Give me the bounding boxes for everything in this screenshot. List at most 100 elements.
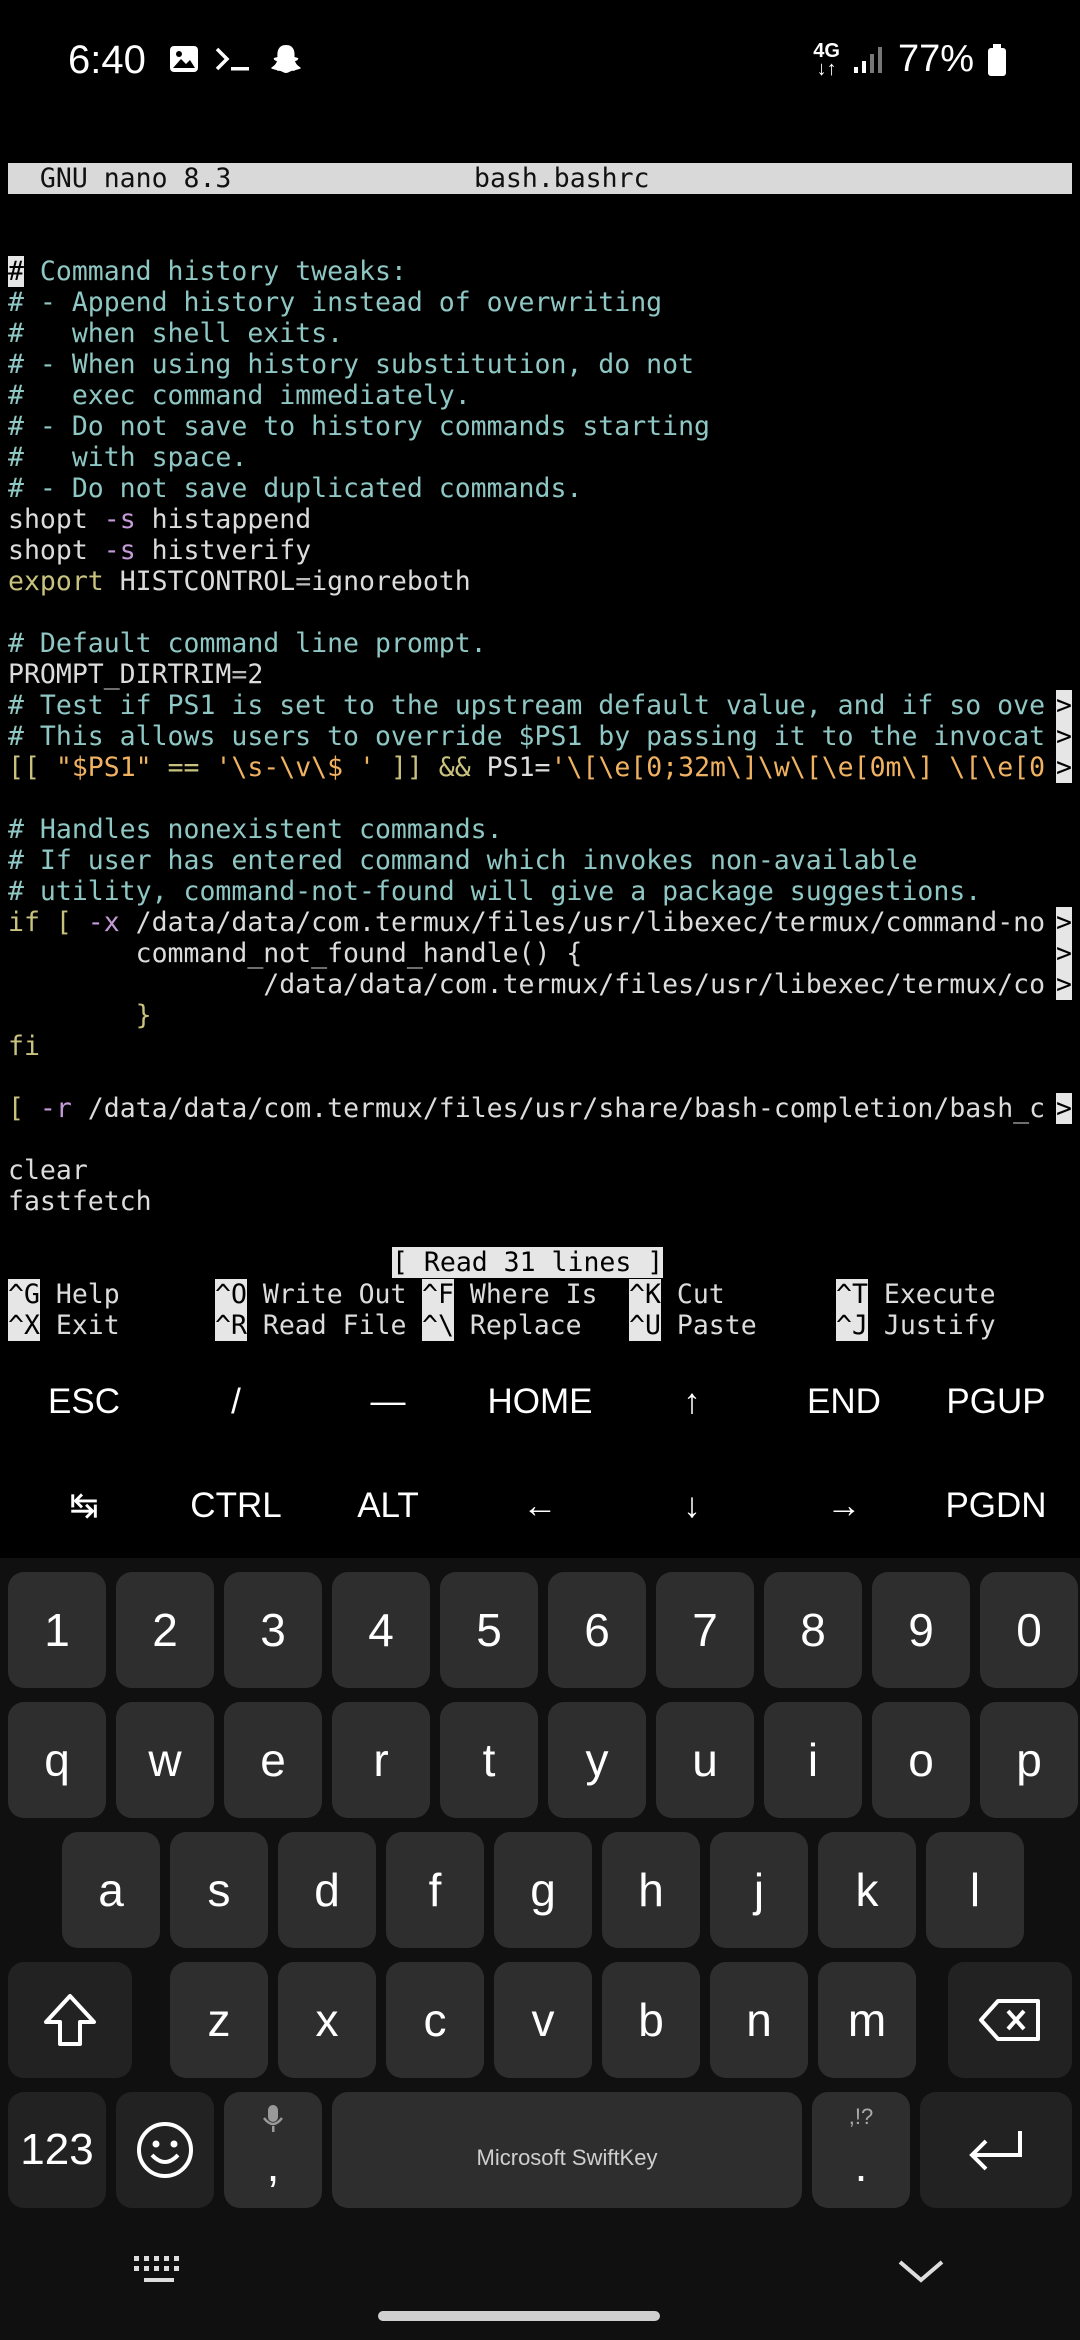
editor-line[interactable]: PROMPT_DIRTRIM=2 <box>8 659 1072 690</box>
key-u[interactable]: u <box>656 1702 754 1818</box>
editor-line[interactable]: # - Do not save duplicated commands. <box>8 473 1072 504</box>
key-p[interactable]: p <box>980 1702 1078 1818</box>
key-v[interactable]: v <box>494 1962 592 2078</box>
editor-line[interactable]: fi <box>8 1031 1072 1062</box>
backspace-key[interactable] <box>948 1962 1072 2078</box>
editor-line[interactable]: [ -r /data/data/com.termux/files/usr/sha… <box>8 1093 1072 1124</box>
pgdn-key[interactable]: PGDN <box>920 1454 1072 1558</box>
key-o[interactable]: o <box>872 1702 970 1818</box>
editor-line[interactable]: fastfetch <box>8 1186 1072 1217</box>
emoji-key[interactable] <box>116 2092 214 2208</box>
editor-line[interactable]: shopt -s histappend <box>8 504 1072 535</box>
shortcut-item[interactable]: ^K Cut <box>629 1279 725 1310</box>
shortcut-item[interactable]: ^J Justify <box>836 1310 996 1341</box>
key-y[interactable]: y <box>548 1702 646 1818</box>
blank-line[interactable] <box>8 597 1072 628</box>
key-6[interactable]: 6 <box>548 1572 646 1688</box>
slash-key[interactable]: / <box>160 1350 312 1454</box>
editor-content[interactable]: # Command history tweaks: # - Append hist… <box>8 256 1072 1217</box>
key-w[interactable]: w <box>116 1702 214 1818</box>
up-arrow-key[interactable]: ↑ <box>616 1350 768 1454</box>
shortcut-item[interactable]: ^F Where Is <box>422 1279 598 1310</box>
key-1[interactable]: 1 <box>8 1572 106 1688</box>
shortcut-item[interactable]: ^R Read File <box>215 1310 406 1341</box>
tab-key[interactable]: ↹ <box>8 1454 160 1558</box>
comma-key[interactable]: , <box>224 2092 322 2208</box>
editor-line[interactable]: # exec command immediately. <box>8 380 1072 411</box>
blank-line[interactable] <box>8 1062 1072 1093</box>
key-q[interactable]: q <box>8 1702 106 1818</box>
key-j[interactable]: j <box>710 1832 808 1948</box>
key-n[interactable]: n <box>710 1962 808 2078</box>
shortcut-item[interactable]: ^O Write Out <box>215 1279 406 1310</box>
home-gesture-bar[interactable] <box>378 2311 660 2321</box>
shift-key[interactable] <box>8 1962 132 2078</box>
key-x[interactable]: x <box>278 1962 376 2078</box>
space-bar[interactable]: Microsoft SwiftKey <box>332 2092 802 2208</box>
end-key[interactable]: END <box>768 1350 920 1454</box>
editor-line[interactable]: shopt -s histverify <box>8 535 1072 566</box>
editor-line[interactable]: # - Append history instead of overwritin… <box>8 287 1072 318</box>
key-a[interactable]: a <box>62 1832 160 1948</box>
down-arrow-key[interactable]: ↓ <box>616 1454 768 1558</box>
right-arrow-key[interactable]: → <box>768 1454 920 1558</box>
pgup-key[interactable]: PGUP <box>920 1350 1072 1454</box>
key-g[interactable]: g <box>494 1832 592 1948</box>
key-c[interactable]: c <box>386 1962 484 2078</box>
editor-line[interactable]: # Handles nonexistent commands. <box>8 814 1072 845</box>
enter-key[interactable] <box>920 2092 1072 2208</box>
shortcut-item[interactable]: ^\ Replace <box>422 1310 582 1341</box>
key-t[interactable]: t <box>440 1702 538 1818</box>
hide-keyboard-icon[interactable] <box>896 2256 946 2286</box>
period-key[interactable]: ,!?. <box>812 2092 910 2208</box>
editor-line[interactable]: # when shell exits. <box>8 318 1072 349</box>
key-e[interactable]: e <box>224 1702 322 1818</box>
alt-key[interactable]: ALT <box>312 1454 464 1558</box>
ctrl-key[interactable]: CTRL <box>160 1454 312 1558</box>
shortcut-item[interactable]: ^X Exit <box>8 1310 120 1341</box>
key-d[interactable]: d <box>278 1832 376 1948</box>
editor-line[interactable]: # with space. <box>8 442 1072 473</box>
key-h[interactable]: h <box>602 1832 700 1948</box>
blank-line[interactable] <box>8 1124 1072 1155</box>
editor-line[interactable]: # utility, command-not-found will give a… <box>8 876 1072 907</box>
key-s[interactable]: s <box>170 1832 268 1948</box>
shortcut-item[interactable]: ^T Execute <box>836 1279 996 1310</box>
key-i[interactable]: i <box>764 1702 862 1818</box>
blank-line[interactable] <box>8 783 1072 814</box>
home-key[interactable]: HOME <box>464 1350 616 1454</box>
key-7[interactable]: 7 <box>656 1572 754 1688</box>
editor-line[interactable]: # Test if PS1 is set to the upstream def… <box>8 690 1072 721</box>
key-b[interactable]: b <box>602 1962 700 2078</box>
dash-key[interactable]: — <box>312 1350 464 1454</box>
keyboard-switch-icon[interactable] <box>132 2254 186 2288</box>
symbols-key[interactable]: 123 <box>8 2092 106 2208</box>
editor-line[interactable]: # - Do not save to history commands star… <box>8 411 1072 442</box>
key-8[interactable]: 8 <box>764 1572 862 1688</box>
editor-line[interactable]: /data/data/com.termux/files/usr/libexec/… <box>8 969 1072 1000</box>
key-3[interactable]: 3 <box>224 1572 322 1688</box>
key-0[interactable]: 0 <box>980 1572 1078 1688</box>
key-k[interactable]: k <box>818 1832 916 1948</box>
shortcut-item[interactable]: ^U Paste <box>629 1310 757 1341</box>
editor-line[interactable]: export HISTCONTROL=ignoreboth <box>8 566 1072 597</box>
key-f[interactable]: f <box>386 1832 484 1948</box>
key-l[interactable]: l <box>926 1832 1024 1948</box>
key-9[interactable]: 9 <box>872 1572 970 1688</box>
editor-line[interactable]: if [ -x /data/data/com.termux/files/usr/… <box>8 907 1072 938</box>
key-z[interactable]: z <box>170 1962 268 2078</box>
editor-line[interactable]: # If user has entered command which invo… <box>8 845 1072 876</box>
key-m[interactable]: m <box>818 1962 916 2078</box>
left-arrow-key[interactable]: ← <box>464 1454 616 1558</box>
editor-line[interactable]: # - When using history substitution, do … <box>8 349 1072 380</box>
key-5[interactable]: 5 <box>440 1572 538 1688</box>
editor-line[interactable]: command_not_found_handle() {> <box>8 938 1072 969</box>
key-2[interactable]: 2 <box>116 1572 214 1688</box>
nano-editor[interactable]: GNU nano 8.3 bash.bashrc # Command histor… <box>8 101 1072 1248</box>
esc-key[interactable]: ESC <box>8 1350 160 1454</box>
editor-line[interactable]: # Default command line prompt. <box>8 628 1072 659</box>
key-r[interactable]: r <box>332 1702 430 1818</box>
editor-line[interactable]: [[ "$PS1" == '\s-\v\$ ' ]] && PS1='\[\e[… <box>8 752 1072 783</box>
key-4[interactable]: 4 <box>332 1572 430 1688</box>
editor-line[interactable]: # This allows users to override $PS1 by … <box>8 721 1072 752</box>
